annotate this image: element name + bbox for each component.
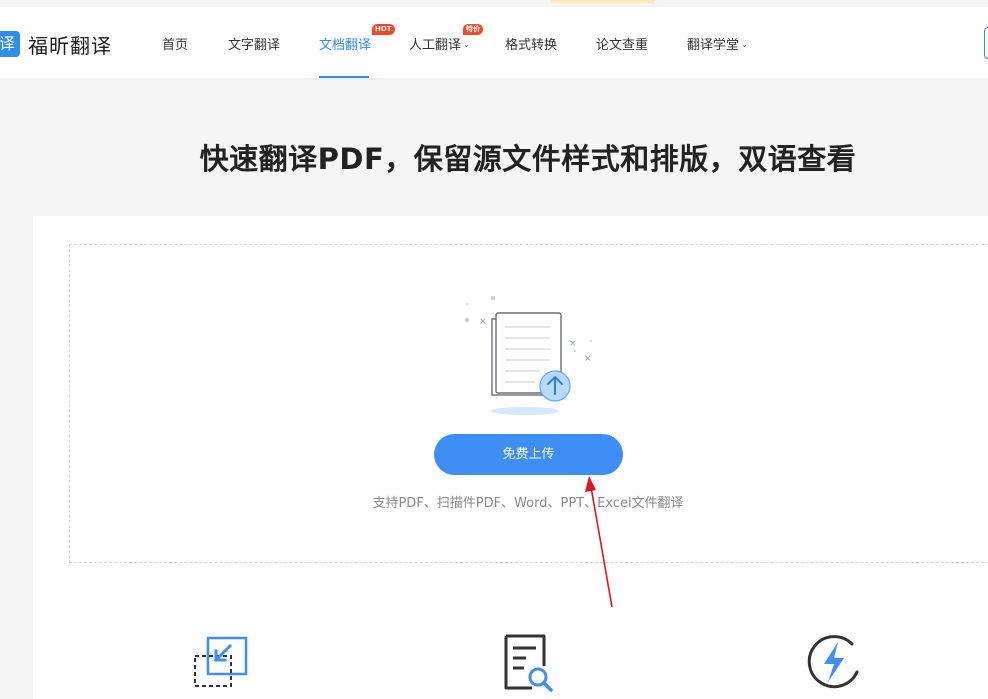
svg-text:×: ×: [584, 354, 592, 364]
header-login-button[interactable]: [984, 27, 988, 59]
lightning-icon: [807, 635, 859, 689]
nav-paper-check[interactable]: 论文查重: [596, 34, 648, 53]
page-headline: 快速翻译PDF，保留源文件样式和排版，双语查看: [199, 142, 857, 176]
svg-text:×: ×: [479, 317, 487, 327]
nav-home[interactable]: 首页: [162, 34, 188, 53]
special-price-badge: 特价: [463, 24, 483, 35]
nav-translation-academy[interactable]: 翻译学堂 ⌄: [687, 34, 748, 53]
free-upload-button[interactable]: 免费上传: [434, 434, 623, 475]
nav-home-label: 首页: [162, 38, 189, 53]
chevron-down-icon: ⌄: [741, 40, 748, 49]
nav-format-convert[interactable]: 格式转换: [505, 34, 557, 53]
nav-text-translate[interactable]: 文字翻译: [228, 34, 280, 53]
logo-text: 福昕翻译: [28, 33, 112, 58]
document-upload-icon: × × ×: [464, 295, 593, 415]
nav-human-translate-label: 人工翻译: [409, 38, 462, 53]
nav-paper-check-label: 论文查重: [596, 38, 649, 53]
site-header: 译 福昕翻译 首页 文字翻译 文档翻译 HOT 人工翻译 ⌄ 特价 格式转换 论文…: [0, 7, 988, 78]
hot-badge: HOT: [372, 24, 395, 35]
import-file-icon: [194, 636, 248, 687]
nav-translation-academy-label: 翻译学堂: [687, 38, 740, 53]
logo[interactable]: 译 福昕翻译: [0, 29, 112, 59]
nav-document-translate[interactable]: 文档翻译: [319, 34, 371, 53]
nav-document-translate-label: 文档翻译: [319, 38, 372, 53]
nav-human-translate[interactable]: 人工翻译 ⌄: [409, 34, 470, 53]
nav-format-convert-label: 格式转换: [505, 38, 558, 53]
svg-text:×: ×: [569, 339, 577, 349]
active-tab-indicator: [319, 76, 369, 78]
nav-text-translate-label: 文字翻译: [228, 38, 281, 53]
chevron-down-icon: ⌄: [463, 40, 470, 49]
promo-banner-edge[interactable]: [550, 0, 655, 3]
supported-formats-text: 支持PDF、扫描件PDF、Word、PPT、Excel文件翻译: [372, 496, 684, 511]
document-search-icon: [504, 634, 553, 692]
top-strip: [0, 0, 988, 7]
logo-badge: 译: [0, 31, 20, 57]
